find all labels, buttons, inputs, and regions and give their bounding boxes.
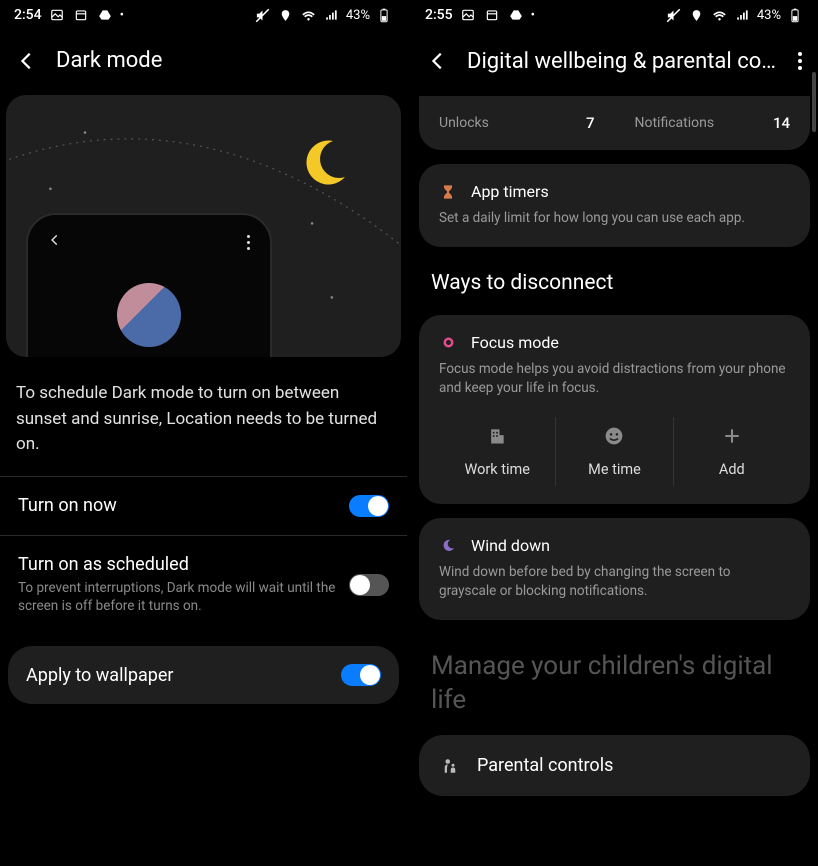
smile-icon: [603, 425, 625, 447]
preview-avatar: [117, 283, 181, 347]
dark-mode-illustration: [6, 95, 401, 357]
image-icon: [48, 6, 66, 24]
calendar-icon: [72, 6, 90, 24]
apply-wallpaper-row[interactable]: Apply to wallpaper: [8, 646, 399, 704]
wallpaper-label: Apply to wallpaper: [26, 665, 173, 686]
unlocks-value: 7: [586, 114, 595, 132]
back-icon[interactable]: [427, 50, 449, 72]
parental-controls-title: Parental controls: [477, 755, 613, 776]
hourglass-icon: [439, 183, 457, 201]
focus-ring-icon: [439, 333, 457, 351]
focus-mode-title: Focus mode: [471, 333, 559, 352]
mute-icon: [665, 6, 683, 24]
app-timers-card[interactable]: App timers Set a daily limit for how lon…: [419, 164, 810, 247]
turn-on-now-label: Turn on now: [18, 495, 339, 516]
focus-action-add[interactable]: Add: [673, 417, 790, 486]
turn-on-scheduled-row[interactable]: Turn on as scheduled To prevent interrup…: [0, 535, 407, 635]
battery-icon: [375, 6, 393, 24]
building-icon: [486, 425, 508, 447]
scheduled-toggle[interactable]: [349, 574, 389, 596]
family-icon: [441, 757, 459, 775]
location-icon: [688, 6, 706, 24]
moon-icon: [293, 133, 353, 193]
focus-add-label: Add: [719, 461, 745, 478]
page-title: Dark mode: [56, 48, 391, 73]
app-timers-desc: Set a daily limit for how long you can u…: [439, 209, 790, 229]
app-timers-title: App timers: [471, 182, 549, 201]
plus-icon: [721, 425, 743, 447]
unlocks-label: Unlocks: [439, 115, 489, 131]
battery-icon: [786, 6, 804, 24]
wind-down-card[interactable]: Wind down Wind down before bed by changi…: [419, 518, 810, 620]
stats-card[interactable]: Unlocks 7 Notifications 14: [419, 96, 810, 150]
focus-me-label: Me time: [588, 461, 641, 478]
status-time: 2:55: [425, 7, 453, 23]
turn-on-now-toggle[interactable]: [349, 495, 389, 517]
status-time: 2:54: [14, 7, 42, 23]
drive-icon: [96, 6, 114, 24]
focus-action-work[interactable]: Work time: [439, 417, 555, 486]
image-icon: [459, 6, 477, 24]
preview-back-icon: [48, 233, 62, 251]
wind-down-title: Wind down: [471, 536, 550, 555]
wallpaper-toggle[interactable]: [341, 664, 381, 686]
focus-work-label: Work time: [464, 461, 529, 478]
preview-more-icon: [247, 235, 250, 250]
calendar-icon: [483, 6, 501, 24]
drive-icon: [507, 6, 525, 24]
focus-mode-card[interactable]: Focus mode Focus mode helps you avoid di…: [419, 315, 810, 504]
phone-left-darkmode: 2:54 • 43% Dark mode: [0, 0, 407, 866]
signal-icon: [323, 6, 341, 24]
wifi-icon: [300, 6, 318, 24]
scheduled-sub: To prevent interruptions, Dark mode will…: [18, 579, 339, 617]
more-icon[interactable]: [794, 48, 802, 74]
page-header: Digital wellbeing & parental con...: [411, 28, 818, 96]
notifications-value: 14: [773, 114, 790, 132]
battery-percent: 43%: [757, 8, 781, 23]
phone-preview: [26, 213, 272, 357]
manage-children-heading: Manage your children's digital life: [411, 620, 818, 736]
scheduled-label: Turn on as scheduled: [18, 554, 339, 575]
page-title: Digital wellbeing & parental con...: [467, 49, 776, 74]
scroll-indicator[interactable]: [812, 72, 816, 132]
mute-icon: [254, 6, 272, 24]
signal-icon: [734, 6, 752, 24]
moon-small-icon: [439, 536, 457, 554]
notifications-label: Notifications: [635, 115, 715, 131]
location-icon: [277, 6, 295, 24]
status-dot: •: [531, 8, 535, 23]
schedule-info-text: To schedule Dark mode to turn on between…: [0, 357, 407, 476]
ways-to-disconnect-title: Ways to disconnect: [411, 247, 818, 301]
turn-on-now-row[interactable]: Turn on now: [0, 476, 407, 535]
status-bar: 2:55 • 43%: [411, 0, 818, 28]
page-header: Dark mode: [0, 28, 407, 95]
status-bar: 2:54 • 43%: [0, 0, 407, 28]
status-dot: •: [120, 8, 124, 23]
focus-action-me[interactable]: Me time: [555, 417, 672, 486]
wifi-icon: [711, 6, 729, 24]
back-icon[interactable]: [16, 50, 38, 72]
wind-down-desc: Wind down before bed by changing the scr…: [439, 563, 790, 602]
parental-controls-card[interactable]: Parental controls: [419, 735, 810, 796]
phone-right-wellbeing: 2:55 • 43% Digital wellbeing & parental …: [411, 0, 818, 866]
focus-mode-desc: Focus mode helps you avoid distractions …: [439, 360, 790, 399]
battery-percent: 43%: [346, 8, 370, 23]
